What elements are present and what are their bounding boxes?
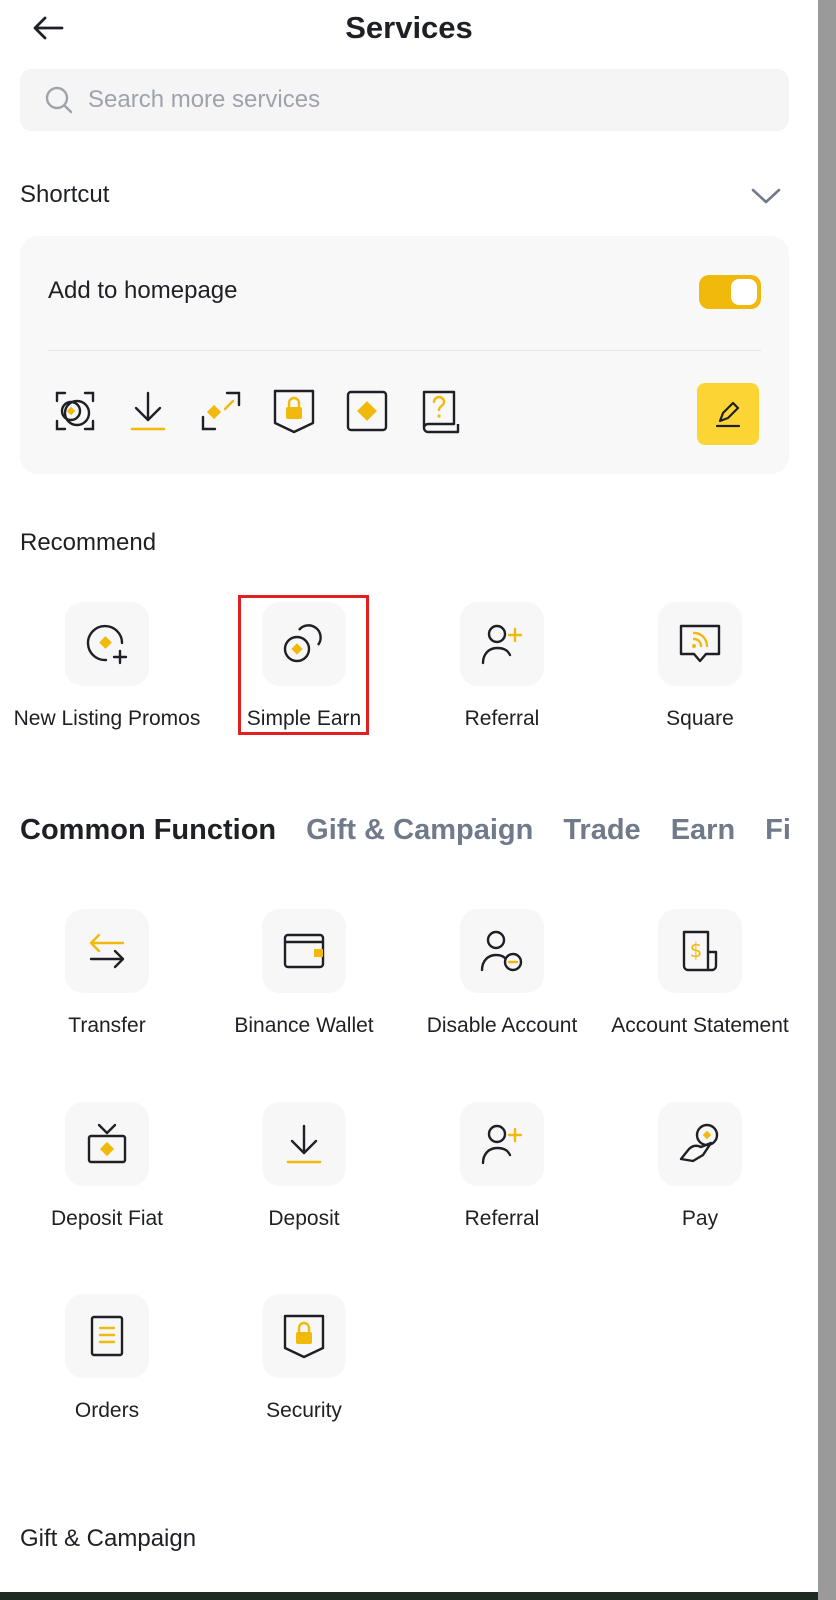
tile <box>460 1102 544 1186</box>
page-title: Services <box>345 10 473 45</box>
pencil-icon <box>715 401 741 428</box>
item-label: Pay <box>681 1207 719 1230</box>
search-input[interactable] <box>86 85 740 115</box>
transfer-icon <box>89 933 125 969</box>
common-item-pay[interactable]: Pay <box>602 1102 798 1234</box>
wallet-icon <box>283 933 325 969</box>
item-label: Binance Wallet <box>234 1014 374 1037</box>
add-to-homepage-label: Add to homepage <box>48 277 238 304</box>
tile <box>65 1294 149 1378</box>
tile <box>460 602 544 686</box>
tile <box>262 1102 346 1186</box>
tile <box>658 1102 742 1186</box>
tab-earn[interactable]: Earn <box>671 810 735 850</box>
tile <box>65 1102 149 1186</box>
common-item-orders[interactable]: Orders <box>9 1294 205 1426</box>
common-item-transfer[interactable]: Transfer <box>9 909 205 1041</box>
item-label: Deposit <box>268 1207 340 1230</box>
tile <box>658 602 742 686</box>
common-item-binance-wallet[interactable]: Binance Wallet <box>206 909 402 1041</box>
referral-icon <box>481 624 523 665</box>
highlight-box <box>238 595 369 735</box>
common-item-security[interactable]: Security <box>206 1294 402 1426</box>
item-label: Disable Account <box>426 1014 578 1037</box>
divider <box>48 350 761 351</box>
toggle-knob <box>731 279 757 305</box>
tile <box>65 602 149 686</box>
recommend-item-square[interactable]: Square <box>602 602 798 734</box>
referral-icon <box>481 1124 523 1165</box>
item-label: Referral <box>464 707 540 730</box>
convert-icon[interactable] <box>50 386 100 436</box>
shortcut-card: Add to homepage <box>20 236 789 474</box>
tile: $ <box>658 909 742 993</box>
svg-text:$: $ <box>690 938 703 962</box>
square-icon <box>679 624 721 663</box>
orders-icon <box>90 1315 124 1357</box>
category-tabs: Common Function Gift & Campaign Trade Earn F… <box>20 810 790 850</box>
deposit-fiat-icon <box>87 1123 127 1164</box>
disable-account-icon <box>480 930 523 972</box>
new-listing-icon <box>86 624 128 665</box>
bnb-icon[interactable] <box>342 386 392 436</box>
tile <box>262 909 346 993</box>
common-item-account-statement[interactable]: $ Account Statement <box>602 909 798 1041</box>
item-label: Deposit Fiat <box>50 1207 164 1230</box>
common-item-deposit-fiat[interactable]: Deposit Fiat <box>9 1102 205 1234</box>
deposit-icon[interactable] <box>123 386 173 436</box>
item-label: Transfer <box>68 1014 146 1037</box>
help-icon[interactable] <box>415 386 465 436</box>
item-label: Security <box>266 1399 342 1422</box>
security-icon <box>283 1314 325 1359</box>
item-label: Account Statement <box>611 1014 789 1037</box>
tab-common-function[interactable]: Common Function <box>20 810 276 850</box>
deposit-icon <box>286 1124 322 1164</box>
gift-campaign-section-title: Gift & Campaign <box>20 1525 197 1552</box>
scrollbar[interactable] <box>818 0 836 1600</box>
tab-gift-campaign[interactable]: Gift & Campaign <box>306 810 533 850</box>
chevron-down-icon[interactable] <box>750 180 782 212</box>
item-label: Orders <box>74 1399 140 1422</box>
account-statement-icon: $ <box>682 930 718 972</box>
add-to-homepage-toggle[interactable] <box>699 275 761 309</box>
security-icon[interactable] <box>269 386 319 436</box>
tile <box>65 909 149 993</box>
item-label: New Listing Promos <box>13 707 201 730</box>
common-item-referral[interactable]: Referral <box>404 1102 600 1234</box>
tab-trade[interactable]: Trade <box>563 810 640 850</box>
edit-shortcuts-button[interactable] <box>697 383 759 445</box>
tab-finance[interactable]: Finance <box>765 810 790 850</box>
bottom-edge <box>0 1592 818 1600</box>
item-label: Referral <box>464 1207 540 1230</box>
common-item-disable-account[interactable]: Disable Account <box>404 909 600 1041</box>
shortcut-section-title: Shortcut <box>20 181 110 208</box>
pay-icon <box>679 1123 719 1163</box>
recommend-section-title: Recommend <box>20 529 157 556</box>
tile <box>262 1294 346 1378</box>
common-item-deposit[interactable]: Deposit <box>206 1102 402 1234</box>
search-icon <box>44 85 74 115</box>
tile <box>460 909 544 993</box>
item-label: Square <box>666 707 734 730</box>
search-bar[interactable] <box>20 69 789 131</box>
header: Services <box>0 0 818 60</box>
recommend-item-new-listing-promos[interactable]: New Listing Promos <box>9 602 205 734</box>
p2p-icon[interactable] <box>196 386 246 436</box>
recommend-item-referral[interactable]: Referral <box>404 602 600 734</box>
